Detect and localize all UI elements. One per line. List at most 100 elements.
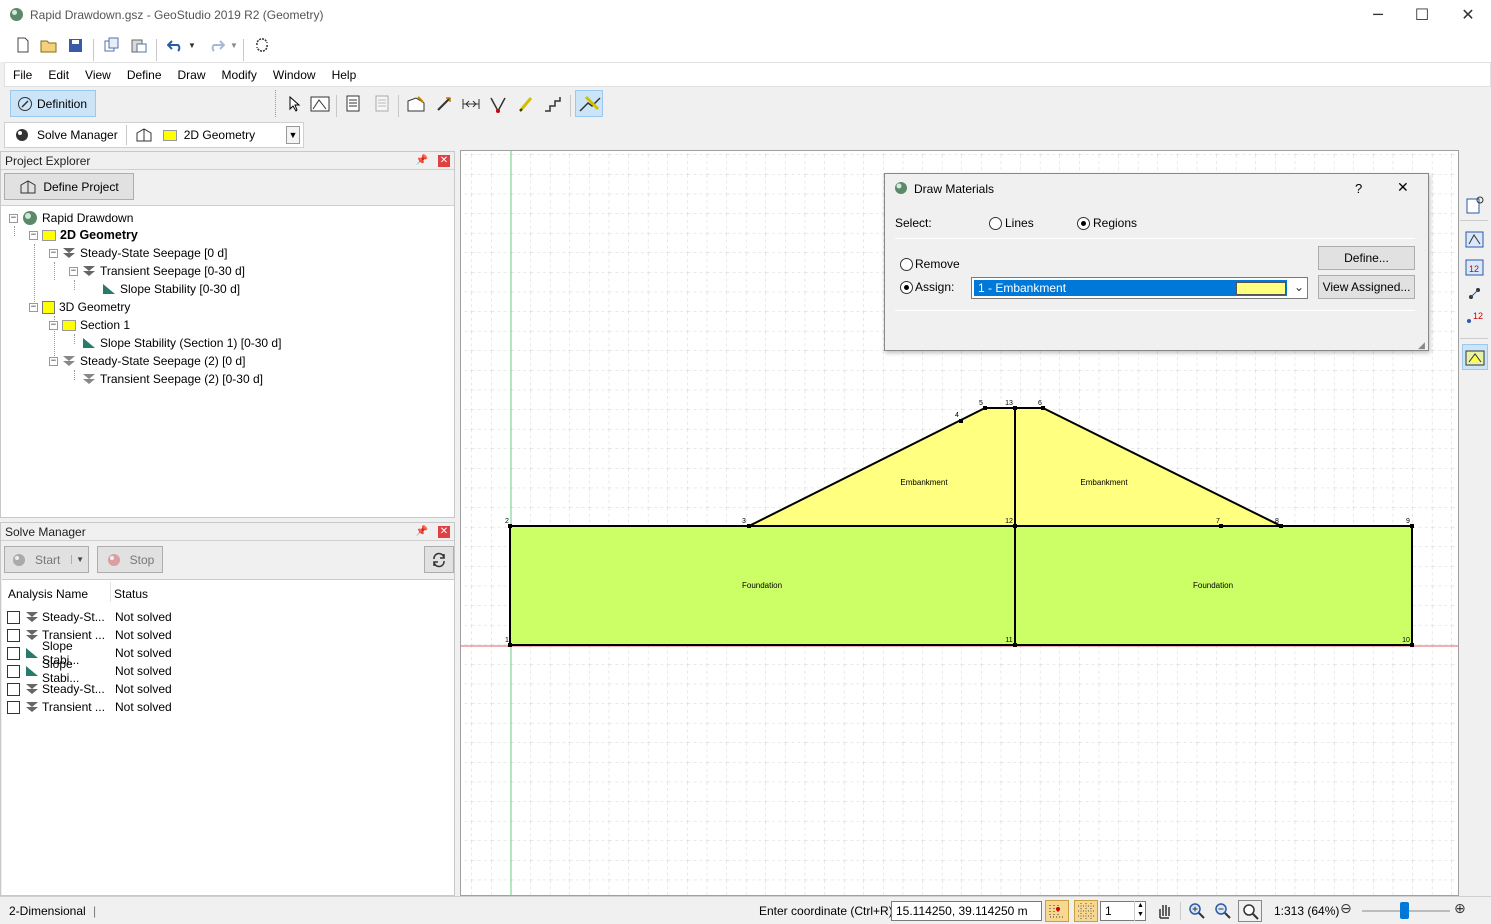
dialog-help-button[interactable]: ? (1355, 181, 1362, 196)
table-row[interactable]: Steady-St... Not solved (7, 680, 447, 698)
geometry-point[interactable] (508, 643, 512, 647)
row-checkbox[interactable] (7, 700, 20, 714)
pan-hand-icon[interactable] (1153, 900, 1175, 922)
radio-circle[interactable] (1077, 216, 1090, 230)
zoom-out-icon[interactable] (1212, 900, 1234, 922)
menu-edit[interactable]: Edit (40, 68, 77, 82)
draw-stair-icon[interactable] (542, 93, 564, 115)
tree-item-section-1[interactable]: − Section 1 (49, 318, 130, 332)
geometry-point[interactable] (1279, 524, 1283, 528)
tree-item-2d-geometry[interactable]: − 2D Geometry (29, 228, 138, 242)
refresh-icon[interactable] (251, 34, 273, 56)
menu-define[interactable]: Define (119, 68, 170, 82)
draw-line-icon[interactable] (433, 93, 455, 115)
draw-region-icon[interactable] (405, 93, 427, 115)
spin-arrows-icon[interactable]: ▲ ▼ (1134, 901, 1146, 921)
zoom-in-icon[interactable] (1186, 900, 1208, 922)
undo-dropdown-icon[interactable]: ▼ (188, 41, 196, 50)
tree-item-slope-stability[interactable]: Slope Stability [0-30 d] (102, 282, 240, 296)
undo-icon[interactable] (164, 34, 186, 56)
draw-materials-button[interactable] (575, 90, 603, 117)
menu-modify[interactable]: Modify (214, 68, 265, 82)
geometry-point[interactable] (1219, 524, 1223, 528)
coordinate-input[interactable]: 15.114250, 39.114250 m (891, 901, 1042, 921)
menu-draw[interactable]: Draw (170, 68, 214, 82)
tree-item-rapid-drawdown[interactable]: − Rapid Drawdown (9, 210, 133, 226)
start-button[interactable]: Start ▼ (4, 546, 89, 573)
row-checkbox[interactable] (7, 610, 20, 624)
material-select[interactable]: 1 - Embankment ⌄ (971, 277, 1308, 299)
geometry-point[interactable] (1041, 406, 1045, 410)
panel-close-icon[interactable]: ✕ (438, 525, 450, 538)
zoom-fit-button[interactable] (1238, 900, 1262, 922)
solve-manager-button[interactable]: Solve Manager (37, 128, 118, 142)
select-region-icon[interactable] (309, 93, 331, 115)
geometry-point[interactable] (1410, 524, 1414, 528)
collapse-icon[interactable]: − (49, 356, 58, 366)
tree-item-slope-section[interactable]: Slope Stability (Section 1) [0-30 d] (82, 336, 281, 350)
paste-icon[interactable] (128, 34, 150, 56)
radio-circle[interactable] (989, 216, 1002, 230)
radio-circle[interactable] (900, 280, 913, 294)
table-row[interactable]: Transient ... Not solved (7, 698, 447, 716)
geometry-point[interactable] (983, 406, 987, 410)
geometry-point[interactable] (747, 524, 751, 528)
zoom-slider-thumb[interactable] (1400, 902, 1409, 919)
column-header-name[interactable]: Analysis Name (8, 587, 88, 601)
grid-button[interactable] (1074, 900, 1098, 922)
close-button[interactable]: ✕ (1445, 0, 1491, 30)
geometry-point[interactable] (1013, 643, 1017, 647)
geometry-point[interactable] (959, 419, 963, 423)
radio-circle[interactable] (900, 257, 913, 271)
geometry-point[interactable] (1410, 643, 1414, 647)
geometry-point[interactable] (1013, 524, 1017, 528)
maximize-button[interactable]: ☐ (1399, 0, 1445, 30)
view-properties-icon[interactable] (1464, 194, 1486, 216)
collapse-icon[interactable]: − (29, 302, 38, 312)
collapse-icon[interactable]: − (69, 266, 78, 276)
menu-view[interactable]: View (77, 68, 119, 82)
zoom-out-small-icon[interactable]: ⊖ (1340, 901, 1352, 917)
minimize-button[interactable]: ─ (1355, 0, 1401, 30)
collapse-icon[interactable]: − (49, 248, 58, 258)
pin-icon[interactable]: 📌 (416, 526, 428, 537)
new-file-icon[interactable] (12, 34, 34, 56)
collapse-icon[interactable]: − (49, 320, 58, 330)
resize-grip-icon[interactable]: ◢ (1418, 340, 1425, 351)
show-points-icon[interactable] (1464, 282, 1486, 304)
row-checkbox[interactable] (7, 682, 20, 696)
tree-item-steady-state-2[interactable]: − Steady-State Seepage (2) [0 d] (49, 354, 245, 368)
start-dropdown-icon[interactable]: ▼ (71, 555, 88, 564)
regions-radio[interactable]: Regions (1077, 216, 1137, 230)
properties-icon[interactable] (343, 93, 365, 115)
lines-radio[interactable]: Lines (989, 216, 1034, 230)
select-arrow-icon[interactable] (283, 93, 305, 115)
menu-window[interactable]: Window (265, 68, 324, 82)
panel-close-icon[interactable]: ✕ (438, 154, 450, 167)
row-checkbox[interactable] (7, 646, 20, 660)
assign-radio[interactable]: Assign: (900, 280, 954, 294)
view-assigned-button[interactable]: View Assigned... (1318, 275, 1415, 299)
column-header-status[interactable]: Status (114, 587, 148, 601)
redo-icon[interactable] (206, 34, 228, 56)
chevron-down-icon[interactable]: ⌄ (1294, 280, 1304, 294)
definition-mode-button[interactable]: Definition (10, 90, 96, 117)
collapse-icon[interactable]: − (9, 213, 18, 223)
pin-icon[interactable]: 📌 (416, 155, 428, 166)
table-row[interactable]: Steady-St... Not solved (7, 608, 447, 626)
snap-grid-button[interactable] (1045, 900, 1069, 922)
tree-item-steady-state[interactable]: − Steady-State Seepage [0 d] (49, 246, 227, 260)
save-icon[interactable] (64, 34, 86, 56)
row-checkbox[interactable] (7, 628, 20, 642)
draw-dimension-icon[interactable] (460, 93, 482, 115)
dialog-close-button[interactable]: ✕ (1397, 180, 1409, 196)
menu-help[interactable]: Help (324, 68, 365, 82)
geometry-dropdown-icon[interactable]: ▼ (286, 126, 300, 144)
define-project-button[interactable]: Define Project (4, 173, 134, 200)
refresh-solve-button[interactable] (424, 546, 454, 573)
collapse-icon[interactable]: − (29, 230, 38, 240)
geometry-select-value[interactable]: 2D Geometry (184, 128, 286, 142)
draw-pencil-icon[interactable] (515, 93, 537, 115)
tree-item-3d-geometry[interactable]: − 3D Geometry (29, 300, 130, 314)
open-folder-icon[interactable] (38, 34, 60, 56)
